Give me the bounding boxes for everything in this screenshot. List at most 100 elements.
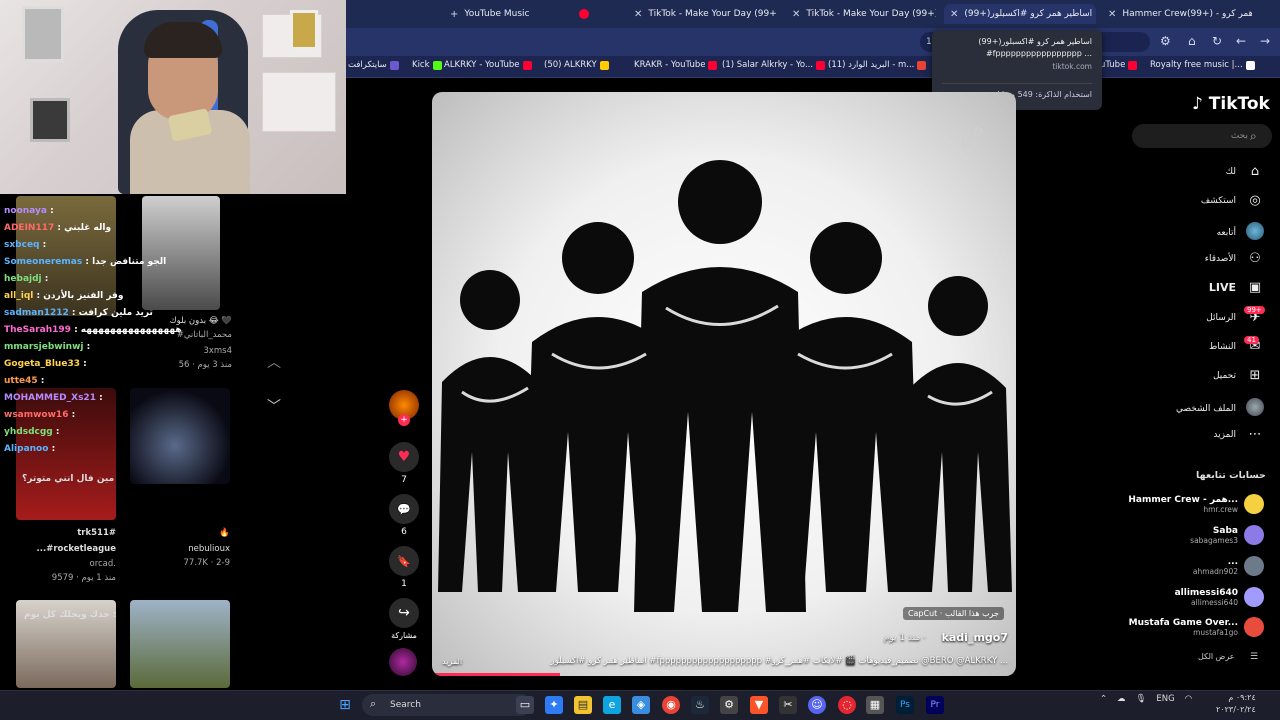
settings-icon[interactable]: ⚙ [720,696,738,714]
bookmark-item[interactable]: (1) Salar Alkrky - Yo... [722,60,826,70]
compass-icon: ◎ [1249,193,1261,208]
steam-icon[interactable]: ♨ [691,696,709,714]
clock-time: ٠٩:٢٤ م [1228,693,1256,702]
edge-icon[interactable]: e [603,696,621,714]
clock[interactable]: ٠٩:٢٤ م ٢٠٢٣/٠٢/٢٤ [1216,692,1256,716]
task-view-icon[interactable]: ▭ [516,696,534,714]
discord-icon[interactable]: ☺ [808,696,826,714]
following-account[interactable]: ... ahmadn902 [1193,556,1264,576]
taskbar-search[interactable]: Search [362,694,532,716]
author-avatar[interactable]: + [389,390,419,426]
mic-icon[interactable]: 🎙 [1136,694,1147,704]
tiktok-logo[interactable]: ♪ TikTok [1192,94,1270,114]
tab-label: TikTok - Make Your Day (99+) [806,9,936,19]
bookmark-item[interactable]: Royalty free music |... [1150,60,1255,70]
wifi-icon[interactable]: ◠ [1185,694,1192,704]
chat-user: hebajdj [4,274,42,284]
video-author[interactable]: kadi_mgo7 [942,631,1008,644]
video-thumbnail[interactable] [142,196,220,310]
nav-explore[interactable]: استكشف ◎ [1201,193,1264,208]
follow-plus-icon[interactable]: + [398,414,410,426]
cloud-icon[interactable]: ☁ [1117,694,1126,704]
bookmark-item[interactable]: (50) ALKRKY [544,60,609,70]
bookmark-item[interactable]: KRAKR - YouTube [634,60,718,70]
video-thumbnail[interactable] [16,388,116,520]
youtube-icon [816,60,826,70]
award-plaque [30,98,70,142]
chat-text: : الجو متنافض جدا [85,257,167,267]
see-all-link[interactable]: عرض الكل [1198,652,1235,661]
tab-youtube-music[interactable]: + YouTube Music [444,4,594,24]
share-button[interactable]: ↪ مشاركة [389,598,419,640]
chat-message: yhdsdcgg : [4,427,60,437]
bookmark-button[interactable]: 🔖 1 [389,546,419,589]
tune-icon[interactable]: ⚙ [1160,34,1171,48]
video-user: #محمد_الباتاني [176,330,232,340]
reload-icon[interactable]: ↻ [1212,34,1222,48]
chevron-up-icon[interactable]: ⌃ [1100,694,1107,704]
following-account[interactable]: Saba sabagames3 [1190,525,1264,545]
store-icon[interactable]: ◈ [632,696,650,714]
chat-text: : [40,376,45,386]
close-icon[interactable]: ✕ [634,9,642,20]
bookmark-item[interactable]: Kick [412,60,442,70]
bookmark-item[interactable]: سايتكرافت [348,60,399,70]
video-player[interactable]: ⌘ CapCut · جرب هذا القالب kadi_mgo7 منذ … [432,92,1016,676]
chat-user: wsamwow16 [4,410,69,420]
nav-profile[interactable]: الملف الشخصي [1176,398,1264,420]
tab-tiktok-active[interactable]: ✕ (99+)اساطير همر كرو #اكسبلور ♪ [944,4,1096,24]
nav-label: أتابعه [1216,228,1236,238]
following-account[interactable]: allimessi640 allimessi640 [1175,587,1264,607]
tab-tiktok-1[interactable]: ✕ TikTok - Make Your Day (99+) ♪ [628,4,776,24]
nav-upload[interactable]: تحميل ⊞ [1213,368,1264,383]
app-icon[interactable]: ▦ [866,696,884,714]
photoshop-icon[interactable]: Ps [896,696,914,714]
capcut-template-badge[interactable]: CapCut · جرب هذا القالب [902,607,1004,620]
app-icon[interactable]: ◌ [838,696,856,714]
file-explorer-icon[interactable]: ▤ [574,696,592,714]
chevron-down-icon[interactable]: ﹀ [262,396,286,420]
chat-user: sadman1212 [4,308,69,318]
home-icon[interactable]: ⌂ [1188,34,1196,48]
nav-friends[interactable]: الأصدقاء ⚇ [1205,251,1264,266]
chrome-icon[interactable]: ◉ [662,696,680,714]
comment-button[interactable]: 💬 6 [389,494,419,537]
youtube-music-icon [579,9,589,19]
nav-more[interactable]: المزيد ⋯ [1213,427,1264,442]
search-label: Search [390,700,421,710]
close-icon[interactable]: ✕ [792,9,800,20]
following-account[interactable]: Hammer Crew - همر... hmr.crew [1128,494,1264,514]
video-thumbnail[interactable] [130,388,230,484]
following-account[interactable]: Mustafa Game Over... mustafa1go [1129,617,1264,637]
copilot-icon[interactable]: ✦ [545,696,563,714]
music-disc[interactable] [389,648,419,676]
language-indicator[interactable]: ENG [1156,694,1174,704]
search-icon[interactable]: ⌕ [1250,129,1257,144]
chevron-up-icon[interactable]: ︿ [262,352,286,376]
caption-more-link[interactable]: المزيد [442,657,462,666]
like-button[interactable]: ♥ 7 [389,442,419,485]
tab-tiktok-2[interactable]: ✕ TikTok - Make Your Day (99+) ♪ [786,4,936,24]
chat-text: : [55,427,60,437]
bookmark-item[interactable]: uTube [1100,60,1138,70]
windows-start-icon[interactable]: ⊞ [336,696,354,714]
tab-hammer-crew[interactable]: ✕ Hammer Crew(99+) - همر كرو ♪ [1102,4,1252,24]
bookmark-item[interactable]: ALKRKY - YouTube [444,60,532,70]
video-progress-bar[interactable] [432,673,561,676]
nav-for-you[interactable]: لك ⌂ [1226,164,1264,179]
list-icon: ☰ [1250,652,1259,662]
capcut-icon[interactable]: ✂ [779,696,797,714]
nav-following[interactable]: أتابعه [1217,222,1264,244]
back-icon[interactable]: ← [1236,34,1246,48]
nav-live[interactable]: LIVE ▣ [1209,280,1264,295]
video-thumbnail[interactable] [130,600,230,688]
brave-icon[interactable]: ▼ [750,696,768,714]
close-icon[interactable]: ✕ [950,9,958,20]
new-tab-icon[interactable]: + [450,9,458,20]
video-caption: اساطير همر كرو #اكسبلور #fpppppppppppppp… [550,656,1008,666]
close-icon[interactable]: ✕ [1108,9,1116,20]
bookmark-item[interactable]: (11) البريد الوارد - m... [828,60,927,70]
premiere-icon[interactable]: Pr [926,696,944,714]
forward-icon[interactable]: → [1260,34,1270,48]
chat-user: all_iql [4,291,34,301]
